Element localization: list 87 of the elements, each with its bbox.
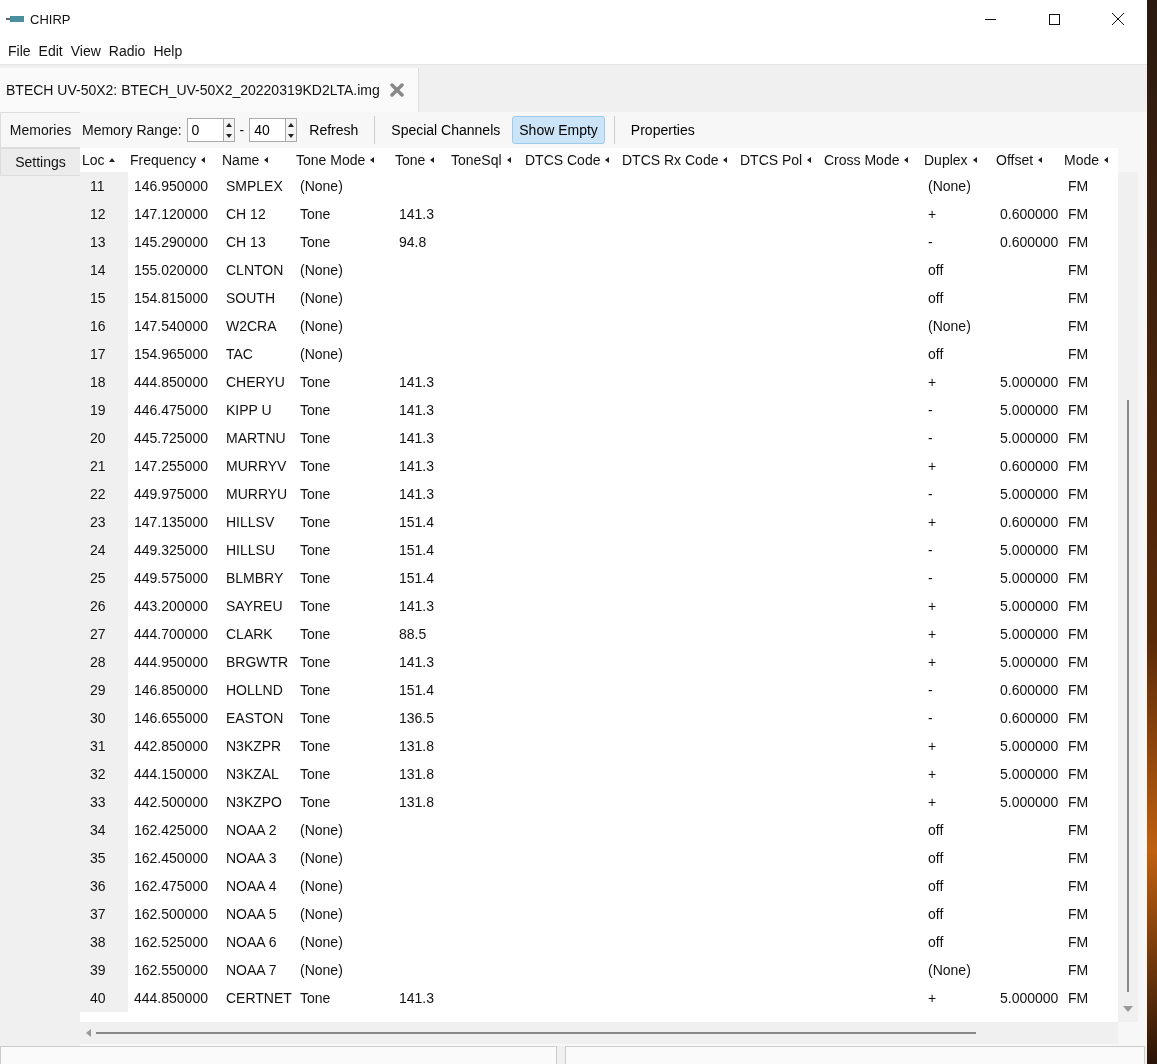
row-number: 25 [80, 564, 128, 592]
row-number: 17 [80, 340, 128, 368]
row-number: 14 [80, 256, 128, 284]
row-number: 39 [80, 956, 128, 984]
row-number: 13 [80, 228, 128, 256]
column-header[interactable]: Tone Mode [294, 148, 393, 172]
row-number: 31 [80, 732, 128, 760]
toggle-button[interactable]: Special Channels [384, 116, 508, 144]
close-icon [1112, 13, 1124, 25]
maximize-icon [1048, 13, 1060, 25]
window-title: CHIRP [30, 11, 72, 27]
horizontal-scrollbar[interactable] [80, 1022, 1118, 1044]
row-number: 23 [80, 508, 128, 536]
menu-item[interactable]: Radio [104, 43, 150, 59]
row-number: 32 [80, 760, 128, 788]
column-label: Tone Mode [296, 152, 366, 168]
row-number: 37 [80, 900, 128, 928]
column-label: Offset [996, 152, 1034, 168]
row-number: 12 [80, 200, 128, 228]
spin-down-icon [288, 132, 295, 139]
row-number: 21 [80, 452, 128, 480]
row-number: 40 [80, 984, 128, 1012]
column-label: ToneSql [451, 152, 502, 168]
scroll-left-icon[interactable] [86, 1029, 92, 1037]
row-number: 36 [80, 872, 128, 900]
menu-item[interactable]: Help [149, 43, 187, 59]
row-number: 28 [80, 648, 128, 676]
row-number: 16 [80, 312, 128, 340]
row-number: 29 [80, 676, 128, 704]
refresh-button[interactable]: Refresh [302, 116, 366, 144]
column-header[interactable]: Offset [994, 148, 1062, 172]
column-header[interactable]: DTCS Rx Code [620, 148, 738, 172]
spin-buttons[interactable] [285, 118, 298, 142]
column-header[interactable]: DTCS Code [523, 148, 620, 172]
column-label: DTCS Pol [740, 152, 803, 168]
column-label: Cross Mode [824, 152, 900, 168]
range-separator: - [239, 122, 245, 138]
row-number: 38 [80, 928, 128, 956]
spin-up-icon [288, 121, 295, 128]
column-header[interactable]: Name [220, 148, 294, 172]
range-start-field[interactable]: 0 [186, 118, 223, 142]
side-tab[interactable]: Memories [0, 112, 80, 148]
spin-up-icon [225, 121, 232, 128]
column-label: Duplex [924, 152, 968, 168]
column-header[interactable]: Cross Mode [822, 148, 922, 172]
column-label: Name [222, 152, 260, 168]
column-header[interactable]: Mode [1062, 148, 1118, 172]
row-number: 24 [80, 536, 128, 564]
memory-range-label: Memory Range: [82, 122, 182, 138]
app-logo-icon [6, 15, 24, 23]
file-tab[interactable]: BTECH UV-50X2: BTECH_UV-50X2_20220319KD2LTA.img [0, 68, 419, 112]
row-number: 19 [80, 396, 128, 424]
row-number: 20 [80, 424, 128, 452]
close-tab-icon[interactable] [389, 83, 404, 97]
column-header[interactable]: Loc [80, 148, 128, 172]
column-label: DTCS Code [525, 152, 601, 168]
row-number: 18 [80, 368, 128, 396]
row-number: 15 [80, 284, 128, 312]
row-number: 22 [80, 480, 128, 508]
vertical-scrollbar[interactable] [1118, 172, 1138, 1022]
column-label: Loc [82, 152, 105, 168]
row-number: 27 [80, 620, 128, 648]
spin-down-icon [225, 132, 232, 139]
row-number: 33 [80, 788, 128, 816]
row-number: 34 [80, 816, 128, 844]
range-end-field[interactable]: 40 [249, 118, 286, 142]
column-label: Frequency [130, 152, 197, 168]
row-number: 35 [80, 844, 128, 872]
column-label: Tone [395, 152, 426, 168]
toggle-button[interactable]: Show Empty [512, 116, 605, 144]
column-label: Mode [1064, 152, 1100, 168]
scroll-down-icon[interactable] [1123, 1006, 1133, 1012]
column-label: DTCS Rx Code [622, 152, 719, 168]
column-header[interactable]: ToneSql [449, 148, 523, 172]
row-number: 11 [80, 172, 128, 200]
properties-button[interactable]: Properties [623, 116, 702, 144]
menu-item[interactable]: Edit [34, 43, 67, 59]
column-header[interactable]: Tone [393, 148, 449, 172]
side-tab[interactable]: Settings [0, 148, 80, 176]
column-header[interactable]: DTCS Pol [738, 148, 822, 172]
row-number: 26 [80, 592, 128, 620]
column-header[interactable]: Duplex [922, 148, 994, 172]
minimize-icon [984, 18, 996, 20]
menu-item[interactable]: View [66, 43, 105, 59]
row-number: 30 [80, 704, 128, 732]
column-header[interactable]: Frequency [128, 148, 220, 172]
menu-item[interactable]: File [4, 43, 35, 59]
